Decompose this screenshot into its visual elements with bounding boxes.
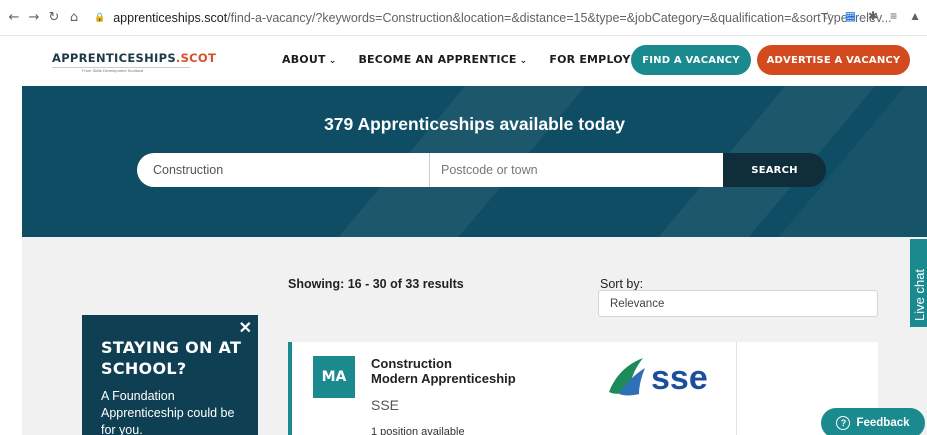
- nav-become-apprentice-label: BECOME AN APPRENTICE: [358, 53, 517, 66]
- keyword-input[interactable]: Construction: [137, 153, 430, 187]
- chevron-down-icon: ⌄: [328, 56, 337, 66]
- apprenticeship-type-badge: MA: [313, 356, 355, 398]
- vacancy-title-line1: Construction: [371, 356, 452, 371]
- page: ← → ↻ ⌂ 🔒 apprenticeships.scot/find-a-va…: [0, 0, 927, 435]
- chevron-down-icon: ⌄: [519, 56, 528, 66]
- site-logo[interactable]: APPRENTICESHIPS.SCOT From Skills Develop…: [52, 51, 216, 73]
- nav-become-apprentice[interactable]: BECOME AN APPRENTICE ⌄: [358, 53, 527, 66]
- extension-grid-icon[interactable]: ▦: [845, 9, 856, 23]
- feedback-label: Feedback: [856, 417, 910, 429]
- find-vacancy-button[interactable]: FIND A VACANCY: [631, 45, 751, 75]
- logo-scot-text: .SCOT: [175, 51, 217, 65]
- positions-available: 1 position available: [371, 426, 465, 435]
- browser-toolbar: ← → ↻ ⌂ 🔒 apprenticeships.scot/find-a-va…: [0, 0, 927, 36]
- list-icon[interactable]: ≡: [890, 9, 897, 23]
- puzzle-icon[interactable]: ✱: [868, 9, 878, 23]
- promo-body: A Foundation Apprenticeship could be for…: [101, 389, 235, 435]
- advertise-vacancy-button[interactable]: ADVERTISE A VACANCY: [757, 45, 910, 75]
- hero-title: 379 Apprenticeships available today: [324, 114, 625, 134]
- results-count: Showing: 16 - 30 of 33 results: [288, 277, 464, 291]
- browser-extensions: ☆ ▦ ✱ ≡ ▲: [822, 9, 921, 23]
- site-header: APPRENTICESHIPS.SCOT From Skills Develop…: [0, 36, 927, 86]
- sort-select[interactable]: Relevance: [598, 290, 878, 317]
- back-icon[interactable]: ←: [4, 10, 24, 25]
- sort-label: Sort by:: [600, 277, 644, 291]
- main-nav: ABOUT ⌄ BECOME AN APPRENTICE ⌄ FOR EMPLOYE…: [282, 53, 666, 66]
- vacancy-title-line2: Modern Apprenticeship: [371, 371, 516, 386]
- employer-logo: sse: [609, 358, 708, 396]
- nav-about-label: ABOUT: [282, 53, 326, 66]
- nav-about[interactable]: ABOUT ⌄: [282, 53, 336, 66]
- reload-icon[interactable]: ↻: [44, 10, 64, 25]
- sse-logo-text: sse: [651, 359, 708, 396]
- star-icon[interactable]: ☆: [822, 9, 833, 23]
- live-chat-tab[interactable]: Live chat: [910, 239, 927, 327]
- close-icon[interactable]: ✕: [239, 318, 252, 338]
- vacancy-title[interactable]: Construction Modern Apprenticeship: [371, 356, 516, 386]
- lock-icon: 🔒: [94, 12, 106, 22]
- logo-main-text: APPRENTICESHIPS: [52, 51, 176, 65]
- promo-panel: ✕ STAYING ON AT SCHOOL? A Foundation App…: [82, 315, 258, 435]
- search-bar: Construction Postcode or town SEARCH: [137, 153, 826, 187]
- url-path: /find-a-vacancy/?keywords=Construction&l…: [227, 10, 892, 25]
- profile-icon[interactable]: ▲: [909, 9, 921, 23]
- employer-name: SSE: [371, 397, 400, 413]
- card-divider: [736, 342, 737, 435]
- vacancy-card[interactable]: MA Construction Modern Apprenticeship SS…: [288, 342, 878, 435]
- help-icon: ?: [836, 416, 851, 430]
- hero-search-banner: 379 Apprenticeships available today Cons…: [22, 86, 927, 237]
- location-input[interactable]: Postcode or town: [430, 153, 723, 187]
- home-icon[interactable]: ⌂: [64, 10, 84, 25]
- search-button[interactable]: SEARCH: [723, 153, 826, 187]
- url-domain: apprenticeships.scot: [113, 10, 228, 25]
- promo-title: STAYING ON AT SCHOOL?: [101, 338, 242, 378]
- feedback-button[interactable]: ? Feedback: [821, 408, 925, 435]
- logo-subtitle: From Skills Development Scotland: [52, 67, 190, 73]
- address-bar[interactable]: 🔒 apprenticeships.scot/find-a-vacancy/?k…: [94, 11, 892, 25]
- live-chat-label: Live chat: [912, 268, 927, 321]
- forward-icon[interactable]: →: [24, 10, 44, 25]
